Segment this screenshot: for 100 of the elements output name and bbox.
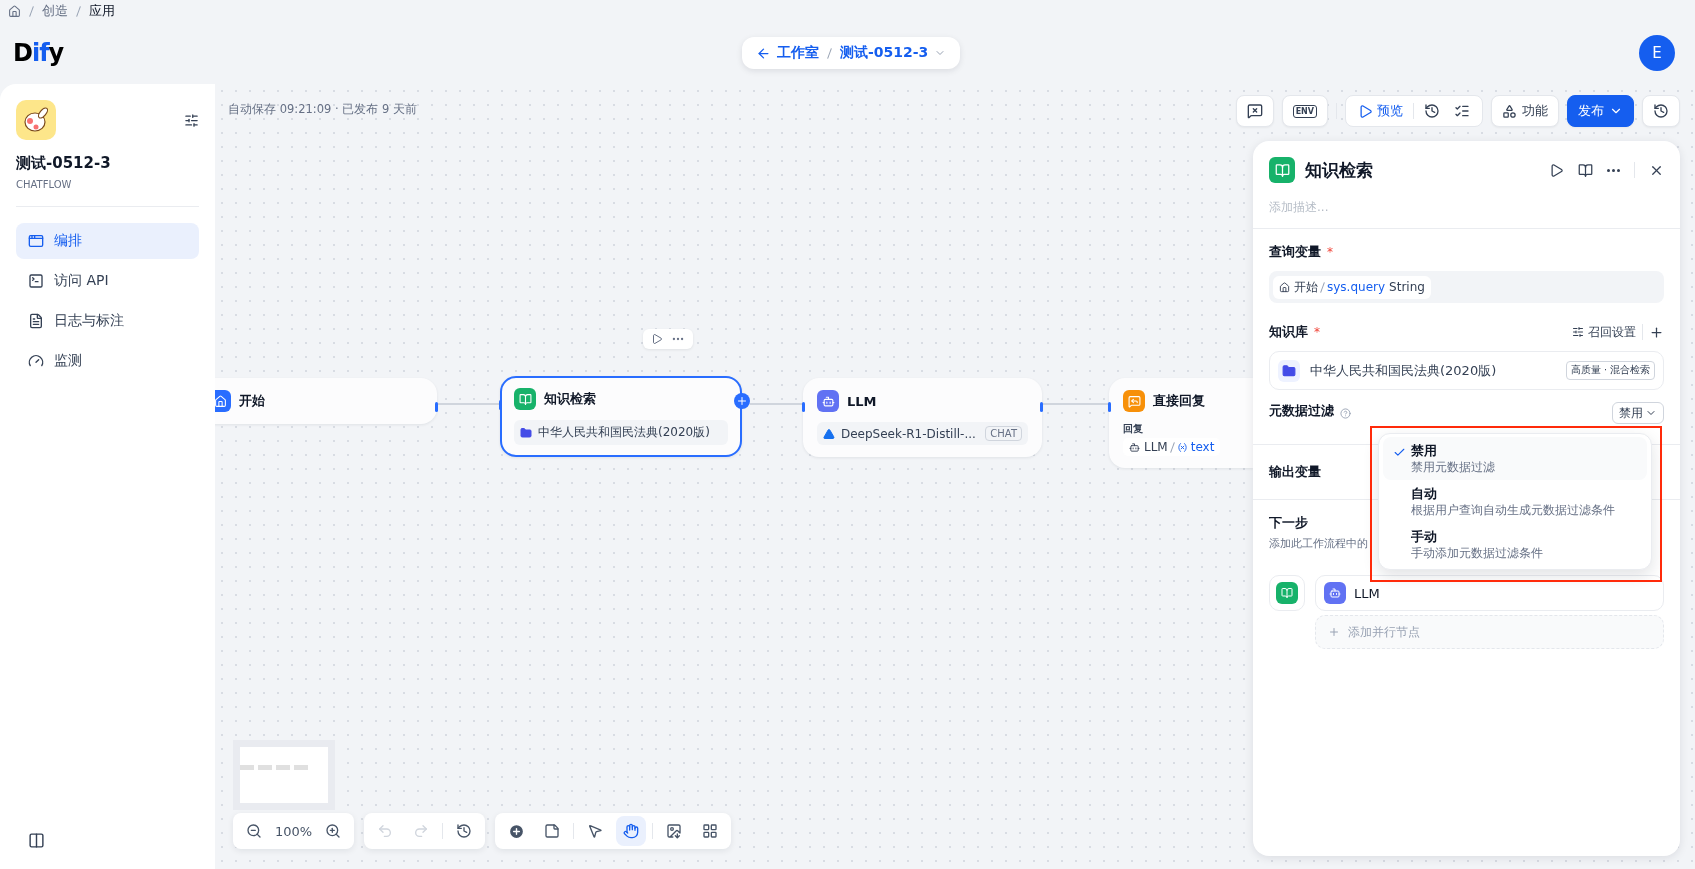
recall-settings-button[interactable]: 召回设置 [1572, 323, 1636, 341]
answer-label: 回复 [1123, 422, 1143, 436]
breadcrumb-link[interactable]: 应用 [89, 2, 115, 20]
document-icon [28, 313, 44, 329]
env-button[interactable]: ENV [1281, 95, 1328, 127]
check-icon [1393, 446, 1406, 459]
shapes-icon [1502, 103, 1517, 119]
field-label: 元数据过滤 [1269, 402, 1334, 420]
variable-icon [1176, 441, 1188, 453]
required-mark: * [1327, 245, 1333, 259]
book-icon [514, 388, 536, 410]
play-icon [1358, 103, 1373, 119]
sliders-icon [1572, 326, 1584, 338]
plus-icon [1328, 626, 1340, 638]
field-label: 知识库 [1269, 323, 1308, 341]
node-title: 开始 [239, 392, 265, 410]
grid-icon [702, 823, 719, 839]
node-title: LLM [847, 393, 877, 409]
app-name: 测试-0512-3 [16, 154, 112, 173]
zoom-in-icon [325, 823, 342, 839]
sidebar-item[interactable]: 监测 [16, 343, 199, 379]
sliders-icon [184, 112, 199, 128]
panel-icon [28, 832, 45, 849]
folder-icon [520, 426, 532, 439]
required-mark: * [1314, 325, 1320, 339]
breadcrumb-link[interactable]: 创造 [42, 2, 68, 20]
retrieval-badge: 高质量 · 混合检索 [1565, 361, 1655, 380]
node-title: 直接回复 [1153, 392, 1205, 410]
filter-select[interactable]: 禁用 [1612, 402, 1664, 424]
add-button[interactable] [1649, 324, 1664, 340]
run-button[interactable] [1549, 162, 1564, 178]
home-icon [1279, 281, 1290, 293]
dataset-tag: 中华人民共和国民法典(2020版) [514, 420, 728, 445]
help-button[interactable] [1578, 162, 1593, 178]
sidebar-item[interactable]: 编排 [16, 223, 199, 259]
redo-icon [413, 823, 430, 839]
workflow-node[interactable]: 直接回复 回复 LLM text [1109, 378, 1253, 468]
add-node-handle[interactable] [734, 393, 750, 409]
workflow-node[interactable]: LLM DeepSeek-R1-Distill-... CHAT [803, 378, 1042, 457]
next-node[interactable]: LLM [1315, 575, 1664, 611]
knowledge-item[interactable]: 中华人民共和国民法典(2020版) 高质量 · 混合检索 [1269, 351, 1664, 390]
publish-button[interactable]: 发布 [1567, 95, 1634, 127]
reply-icon [1123, 390, 1145, 412]
zoom-out-icon [246, 823, 262, 839]
logo[interactable]: Dify [13, 39, 64, 67]
book-icon [1276, 582, 1298, 604]
preview-button[interactable]: 预览 [1354, 102, 1407, 120]
settings-button[interactable] [184, 112, 199, 128]
sidebar-item[interactable]: 日志与标注 [16, 303, 199, 339]
app-type: CHATFLOW [16, 179, 73, 190]
undo-icon [377, 823, 394, 839]
panel-title: 知识检索 [1305, 158, 1373, 182]
chat-clear-button[interactable] [1235, 95, 1274, 127]
robot-icon [1129, 441, 1140, 453]
app-icon [16, 100, 56, 140]
image-icon [666, 823, 683, 839]
note-icon [544, 823, 561, 839]
robot-icon [817, 390, 839, 412]
run-icon[interactable] [651, 333, 663, 345]
robot-icon [1324, 582, 1346, 604]
plus-icon [736, 395, 748, 407]
hand-tool[interactable] [616, 816, 647, 846]
plus-circle-icon [507, 822, 525, 840]
plus-icon [1649, 324, 1664, 340]
terminal-icon [28, 273, 44, 289]
history-icon [1653, 103, 1669, 119]
back-link[interactable]: 工作室 [755, 44, 819, 62]
layout-icon [28, 233, 44, 249]
features-button[interactable]: 功能 [1491, 95, 1559, 127]
workflow-node[interactable]: 知识检索 中华人民共和国民法典(2020版) [500, 376, 742, 457]
gauge-icon [28, 353, 44, 369]
user-avatar[interactable]: E [1639, 35, 1675, 71]
checklist-icon [1454, 103, 1470, 119]
sidebar-toggle-button[interactable] [28, 832, 45, 849]
query-variable-field[interactable]: 开始 sys.query String [1269, 271, 1664, 303]
output-variables-toggle[interactable]: 输出变量 [1269, 463, 1321, 481]
sidebar-item[interactable]: 访问 API [16, 263, 199, 299]
autosave-status: 自动保存 09:21:09 · 已发布 9 天前 [228, 102, 417, 117]
model-tag: DeepSeek-R1-Distill-... CHAT [817, 422, 1028, 445]
more-icon [1607, 168, 1620, 172]
section-description: 添加此工作流程中的 [1269, 536, 1368, 551]
section-title: 下一步 [1269, 514, 1308, 532]
play-icon [1549, 162, 1564, 178]
more-button[interactable] [1607, 168, 1620, 172]
hand-icon [623, 823, 640, 839]
zoom-level: 100% [275, 823, 313, 839]
book-icon [1578, 162, 1593, 178]
field-label: 查询变量 [1269, 243, 1321, 261]
history-icon [1424, 103, 1440, 119]
folder-icon [1278, 359, 1300, 382]
version-history-button[interactable] [1642, 95, 1680, 127]
home-icon[interactable] [8, 4, 21, 18]
workflow-node[interactable]: 开始 [215, 378, 437, 424]
node-title: 知识检索 [544, 390, 596, 408]
triangle-icon [823, 427, 835, 440]
book-icon [1269, 157, 1295, 183]
history-icon [456, 823, 473, 839]
chat-icon [1246, 103, 1263, 119]
dropdown-option[interactable]: 禁用 禁用元数据过滤 [1383, 437, 1647, 480]
app-switcher[interactable]: 测试-0512-3 [839, 44, 947, 62]
